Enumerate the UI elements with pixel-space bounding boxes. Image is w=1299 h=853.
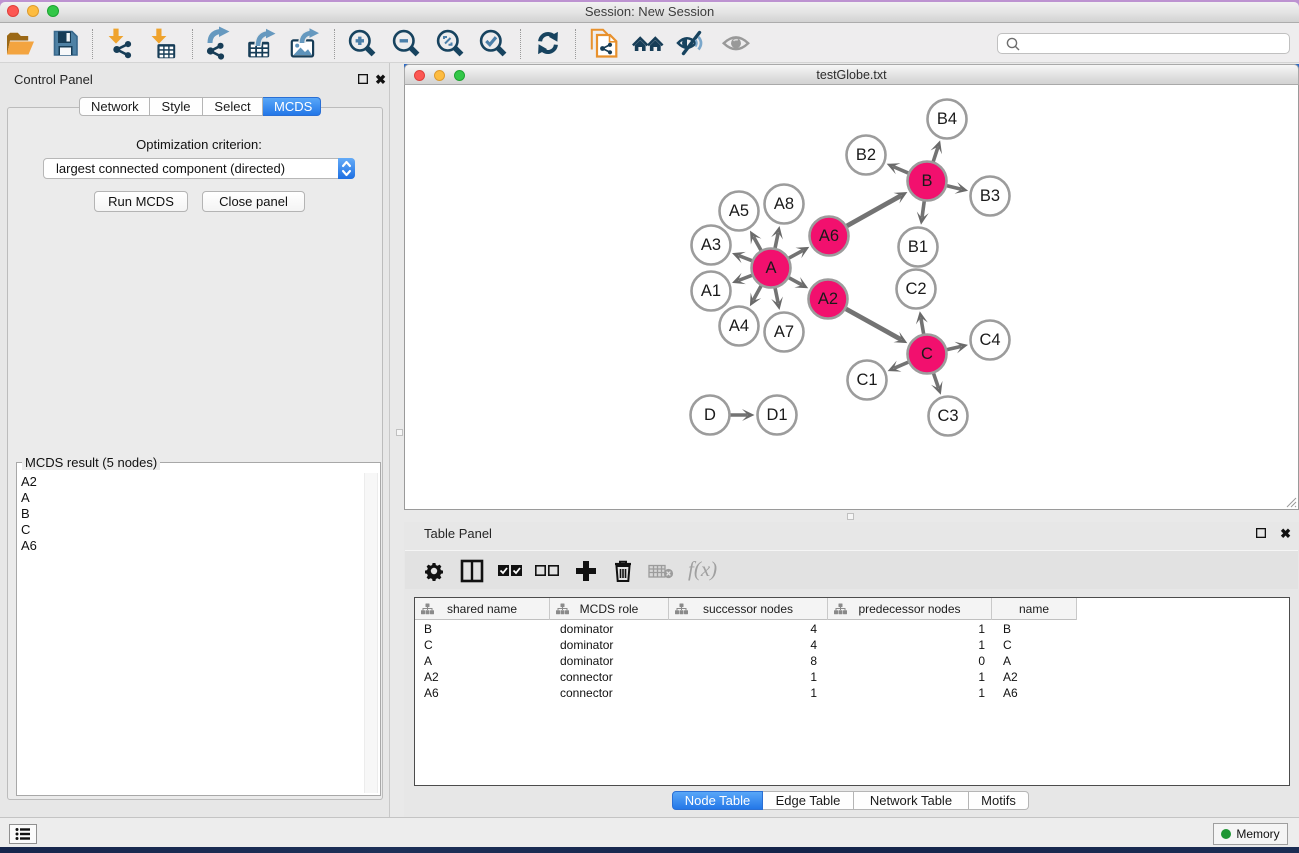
svg-text:A1: A1 bbox=[701, 282, 721, 300]
svg-text:B3: B3 bbox=[980, 187, 1000, 205]
svg-text:A: A bbox=[765, 259, 776, 277]
svg-text:B1: B1 bbox=[908, 238, 928, 256]
svg-text:B: B bbox=[921, 172, 932, 190]
svg-text:D1: D1 bbox=[766, 406, 787, 424]
svg-text:A8: A8 bbox=[774, 195, 794, 213]
svg-text:B4: B4 bbox=[937, 110, 957, 128]
svg-text:A2: A2 bbox=[818, 290, 838, 308]
svg-text:D: D bbox=[704, 406, 716, 424]
svg-text:B2: B2 bbox=[856, 146, 876, 164]
svg-text:C: C bbox=[921, 345, 933, 363]
svg-text:A6: A6 bbox=[819, 227, 839, 245]
svg-text:A3: A3 bbox=[701, 236, 721, 254]
svg-text:C2: C2 bbox=[905, 280, 926, 298]
svg-text:A4: A4 bbox=[729, 317, 749, 335]
svg-text:C4: C4 bbox=[979, 331, 1000, 349]
svg-text:A7: A7 bbox=[774, 323, 794, 341]
svg-text:C3: C3 bbox=[937, 407, 958, 425]
svg-text:A5: A5 bbox=[729, 202, 749, 220]
svg-text:C1: C1 bbox=[856, 371, 877, 389]
